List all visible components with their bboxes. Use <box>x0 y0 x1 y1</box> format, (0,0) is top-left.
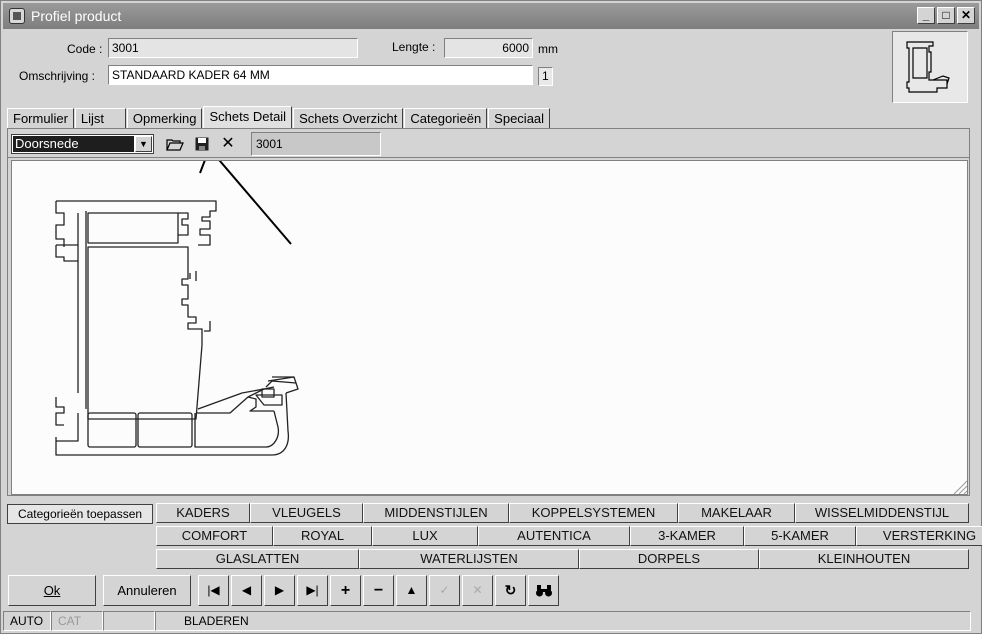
category-versterking-button[interactable]: VERSTERKING <box>856 526 982 546</box>
tab-categorieen[interactable]: Categorieën <box>404 108 488 128</box>
minimize-button[interactable]: _ <box>917 7 935 24</box>
confirm-edit-icon: ✓ <box>429 575 460 606</box>
profile-window: Profiel product _ □ ✕ Code : 3001 Lengte… <box>0 0 982 634</box>
category-glaslatten-button[interactable]: GLASLATTEN <box>156 549 359 569</box>
category-lux-button[interactable]: LUX <box>372 526 478 546</box>
chevron-down-icon[interactable]: ▼ <box>135 136 152 152</box>
category-vleugels-button[interactable]: VLEUGELS <box>250 503 363 523</box>
category-row-3: GLASLATTEN WATERLIJSTEN DORPELS KLEINHOU… <box>156 549 969 569</box>
ok-button[interactable]: Ok <box>8 575 96 606</box>
category-waterlijsten-button[interactable]: WATERLIJSTEN <box>359 549 579 569</box>
status-cat: CAT <box>51 611 103 631</box>
category-wisselmiddenstijl-button[interactable]: WISSELMIDDENSTIJL <box>795 503 969 523</box>
description-field[interactable]: STANDAARD KADER 64 MM <box>108 65 533 85</box>
category-5-kamer-button[interactable]: 5-KAMER <box>744 526 856 546</box>
remove-record-icon[interactable]: − <box>363 575 394 606</box>
tab-formulier[interactable]: Formulier <box>7 108 74 128</box>
sketch-toolbar: Doorsnede ▼ ✕ 3001 <box>8 129 969 158</box>
status-empty <box>103 611 155 631</box>
status-state: BLADEREN <box>155 611 971 631</box>
close-button[interactable]: ✕ <box>957 7 975 24</box>
apply-categories-button[interactable]: Categorieën toepassen <box>7 504 153 524</box>
next-record-icon[interactable]: ▶ <box>264 575 295 606</box>
view-select-value: Doorsnede <box>13 136 134 152</box>
length-unit: mm <box>538 42 558 56</box>
length-label: Lengte : <box>392 40 436 54</box>
add-record-icon[interactable]: + <box>330 575 361 606</box>
tab-opmerking[interactable]: Opmerking <box>126 108 203 128</box>
category-autentica-button[interactable]: AUTENTICA <box>478 526 630 546</box>
tab-speciaal[interactable]: Speciaal <box>488 108 551 128</box>
search-binoculars-icon[interactable] <box>528 575 559 606</box>
view-select[interactable]: Doorsnede ▼ <box>11 134 154 154</box>
category-row-2: COMFORT ROYAL LUX AUTENTICA 3-KAMER 5-KA… <box>156 526 982 546</box>
title-bar: Profiel product _ □ ✕ <box>3 3 979 29</box>
last-record-icon[interactable]: ▶| <box>297 575 328 606</box>
cancel-button[interactable]: Annuleren <box>103 575 191 606</box>
code-label: Code : <box>67 42 103 56</box>
category-3-kamer-button[interactable]: 3-KAMER <box>630 526 744 546</box>
category-kaders-button[interactable]: KADERS <box>156 503 250 523</box>
refresh-icon[interactable]: ↻ <box>495 575 526 606</box>
category-middenstijlen-button[interactable]: MIDDENSTIJLEN <box>363 503 509 523</box>
code-field[interactable]: 3001 <box>108 38 358 58</box>
tab-schets-overzicht[interactable]: Schets Overzicht <box>293 108 404 128</box>
delete-icon[interactable]: ✕ <box>219 136 237 152</box>
tab-schets-detail[interactable]: Schets Detail <box>203 106 293 128</box>
previous-record-icon[interactable]: ◀ <box>231 575 262 606</box>
app-icon <box>9 8 25 24</box>
edit-record-icon[interactable]: ▲ <box>396 575 427 606</box>
open-folder-icon[interactable] <box>166 136 184 152</box>
category-kleinhouten-button[interactable]: KLEINHOUTEN <box>759 549 969 569</box>
window-title: Profiel product <box>31 8 122 24</box>
category-dorpels-button[interactable]: DORPELS <box>579 549 759 569</box>
length-field[interactable]: 6000 <box>444 38 533 58</box>
category-row-1: KADERS VLEUGELS MIDDENSTIJLEN KOPPELSYST… <box>156 503 969 523</box>
sketch-canvas[interactable] <box>11 160 968 495</box>
first-record-icon[interactable]: |◀ <box>198 575 229 606</box>
status-bar: AUTO CAT BLADEREN <box>3 611 979 631</box>
category-makelaar-button[interactable]: MAKELAAR <box>678 503 795 523</box>
category-comfort-button[interactable]: COMFORT <box>156 526 273 546</box>
counter-field: 1 <box>538 67 553 86</box>
sketch-code: 3001 <box>251 132 381 156</box>
maximize-button[interactable]: □ <box>937 7 955 24</box>
cancel-edit-icon: ✕ <box>462 575 493 606</box>
save-icon[interactable] <box>193 136 211 152</box>
description-label: Omschrijving : <box>19 69 96 83</box>
sketch-panel: Doorsnede ▼ ✕ 3001 <box>7 128 970 496</box>
tab-strip: Formulier Lijst Opmerking Schets Detail … <box>7 106 551 128</box>
tab-lijst[interactable]: Lijst <box>74 108 126 128</box>
category-royal-button[interactable]: ROYAL <box>273 526 372 546</box>
status-mode: AUTO <box>3 611 51 631</box>
category-koppelsystemen-button[interactable]: KOPPELSYSTEMEN <box>509 503 678 523</box>
profile-thumbnail <box>892 31 968 103</box>
